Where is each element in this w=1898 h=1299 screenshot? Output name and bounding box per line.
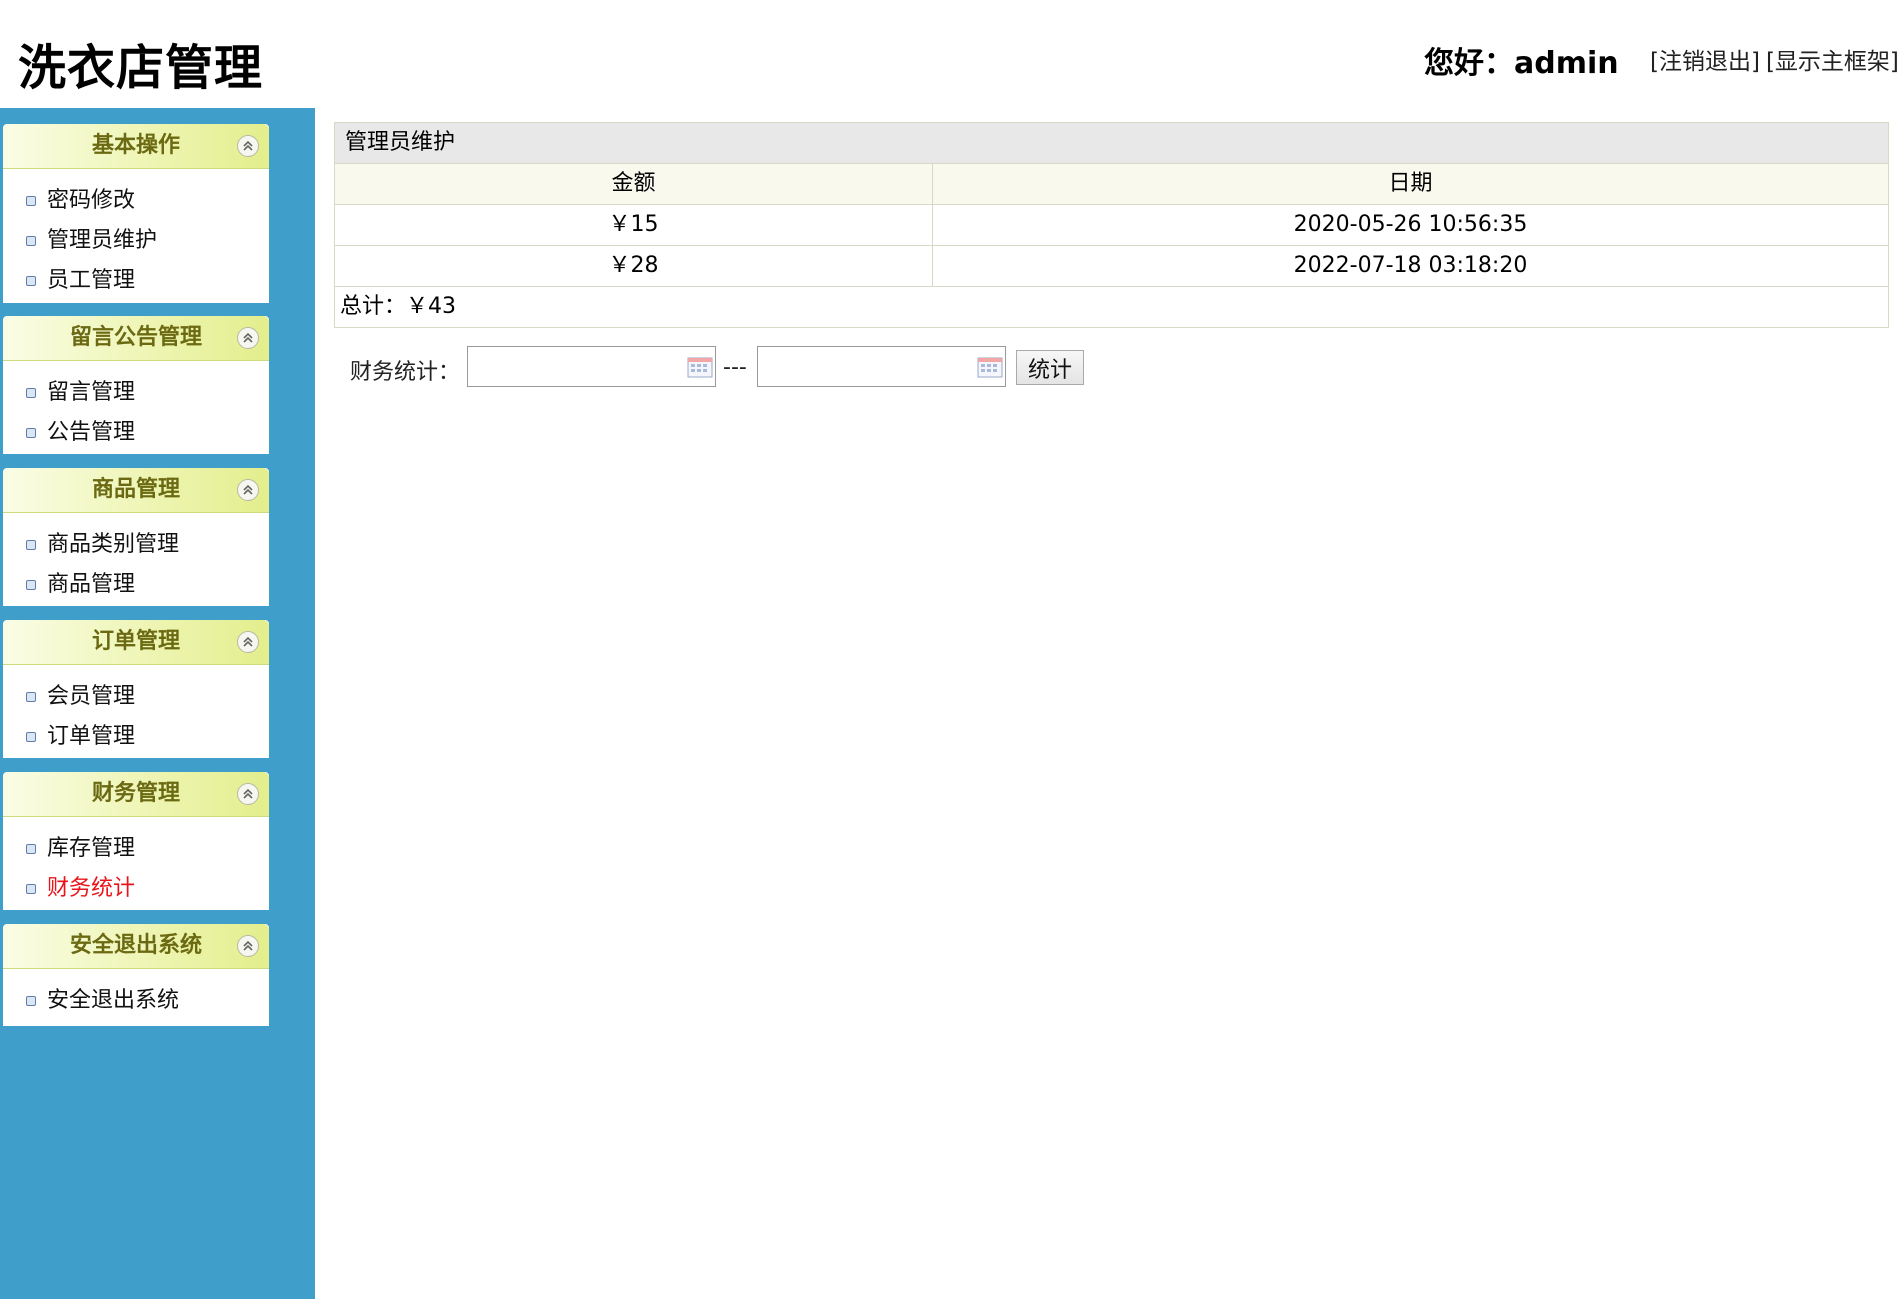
sidebar-item-orders[interactable]: 订单管理 <box>3 717 269 757</box>
column-header-date: 日期 <box>1388 171 1433 196</box>
amount-cell: ￥15 <box>335 205 933 245</box>
menu-group-products: 商品管理 商品类别管理 商品管理 <box>3 468 269 606</box>
table-row: ￥28 2022-07-18 03:18:20 <box>335 246 1888 287</box>
menu-group-logout: 安全退出系统 安全退出系统 <box>3 924 269 1026</box>
start-date-input[interactable] <box>472 347 676 386</box>
menu-header-orders[interactable]: 订单管理 <box>3 620 269 665</box>
collapse-icon[interactable] <box>237 479 259 501</box>
collapse-icon[interactable] <box>237 631 259 653</box>
sidebar-item-products[interactable]: 商品管理 <box>3 565 269 605</box>
menu-header-basic[interactable]: 基本操作 <box>3 124 269 169</box>
app-title: 洗衣店管理 <box>18 40 264 96</box>
menu-header-finance[interactable]: 财务管理 <box>3 772 269 817</box>
date-cell: 2022-07-18 03:18:20 <box>1293 253 1528 278</box>
bullet-icon <box>26 236 36 246</box>
menu-header-label: 留言公告管理 <box>69 325 202 350</box>
collapse-icon[interactable] <box>237 327 259 349</box>
bullet-icon <box>26 196 36 206</box>
sidebar-item-label: 订单管理 <box>47 724 136 749</box>
sidebar-item-safe-logout[interactable]: 安全退出系统 <box>3 981 269 1021</box>
bullet-icon <box>26 844 36 854</box>
menu-header-logout[interactable]: 安全退出系统 <box>3 924 269 969</box>
collapse-icon[interactable] <box>237 935 259 957</box>
logout-link[interactable]: [注销退出] <box>1650 49 1760 75</box>
table-row: ￥15 2020-05-26 10:56:35 <box>335 205 1888 246</box>
bullet-icon <box>26 732 36 742</box>
menu-header-label: 基本操作 <box>91 133 180 158</box>
sidebar-item-staff[interactable]: 员工管理 <box>3 261 269 301</box>
sidebar-item-members[interactable]: 会员管理 <box>3 677 269 717</box>
menu-header-label: 安全退出系统 <box>69 933 202 958</box>
sidebar-item-label: 安全退出系统 <box>47 988 180 1013</box>
table-caption: 管理员维护 <box>335 123 1888 164</box>
bullet-icon <box>26 996 36 1006</box>
bullet-icon <box>26 540 36 550</box>
bullet-icon <box>26 388 36 398</box>
collapse-icon[interactable] <box>237 783 259 805</box>
calendar-icon[interactable] <box>687 356 713 378</box>
greeting-text: 您好：admin <box>1424 46 1619 81</box>
amount-cell: ￥28 <box>335 246 933 286</box>
sidebar-item-password[interactable]: 密码修改 <box>3 181 269 221</box>
menu-group-finance: 财务管理 库存管理 财务统计 <box>3 772 269 910</box>
collapse-icon[interactable] <box>237 135 259 157</box>
sidebar-item-label: 密码修改 <box>47 188 136 213</box>
end-date-field[interactable] <box>757 346 1006 387</box>
sidebar-item-announcements[interactable]: 公告管理 <box>3 413 269 453</box>
bullet-icon <box>26 884 36 894</box>
sidebar: 基本操作 密码修改 管理员维护 员工管理 留言公告管理 留言管理 公告管理 商品… <box>0 108 315 1299</box>
total-text: 总计：￥43 <box>340 294 456 319</box>
sidebar-item-label: 留言管理 <box>47 380 136 405</box>
filter-label: 财务统计： <box>350 360 461 385</box>
statistics-button[interactable]: 统计 <box>1016 350 1084 385</box>
menu-group-basic: 基本操作 密码修改 管理员维护 员工管理 <box>3 124 269 303</box>
sidebar-item-label: 库存管理 <box>47 836 136 861</box>
menu-header-label: 订单管理 <box>91 629 180 654</box>
finance-table: 管理员维护 金额 日期 ￥15 2020-05-26 10:56:35 ￥28 … <box>334 122 1889 328</box>
column-header-amount: 金额 <box>335 164 933 204</box>
sidebar-item-label: 员工管理 <box>47 268 136 293</box>
menu-header-label: 财务管理 <box>91 781 180 806</box>
menu-group-messages: 留言公告管理 留言管理 公告管理 <box>3 316 269 454</box>
calendar-icon[interactable] <box>977 356 1003 378</box>
sidebar-item-label: 管理员维护 <box>47 228 158 253</box>
sidebar-item-messages[interactable]: 留言管理 <box>3 373 269 413</box>
sidebar-item-product-categories[interactable]: 商品类别管理 <box>3 525 269 565</box>
menu-header-products[interactable]: 商品管理 <box>3 468 269 513</box>
sidebar-item-label: 商品管理 <box>47 572 136 597</box>
start-date-field[interactable] <box>467 346 716 387</box>
menu-group-orders: 订单管理 会员管理 订单管理 <box>3 620 269 758</box>
bullet-icon <box>26 276 36 286</box>
sidebar-item-admin-maintenance[interactable]: 管理员维护 <box>3 221 269 261</box>
bullet-icon <box>26 580 36 590</box>
bullet-icon <box>26 692 36 702</box>
menu-header-messages[interactable]: 留言公告管理 <box>3 316 269 361</box>
sidebar-item-inventory[interactable]: 库存管理 <box>3 829 269 869</box>
sidebar-item-label: 会员管理 <box>47 684 136 709</box>
table-header-row: 金额 日期 <box>335 164 1888 205</box>
menu-header-label: 商品管理 <box>91 477 180 502</box>
range-separator: --- <box>723 355 747 380</box>
end-date-input[interactable] <box>762 347 966 386</box>
sidebar-item-label: 财务统计 <box>47 876 136 901</box>
bullet-icon <box>26 428 36 438</box>
header-links: [注销退出] [显示主框架] <box>1650 42 1898 76</box>
date-cell: 2020-05-26 10:56:35 <box>1293 212 1528 237</box>
sidebar-item-label: 商品类别管理 <box>47 532 180 557</box>
show-main-frame-link[interactable]: [显示主框架] <box>1766 49 1898 75</box>
sidebar-item-finance-stats[interactable]: 财务统计 <box>3 869 269 909</box>
sidebar-item-label: 公告管理 <box>47 420 136 445</box>
